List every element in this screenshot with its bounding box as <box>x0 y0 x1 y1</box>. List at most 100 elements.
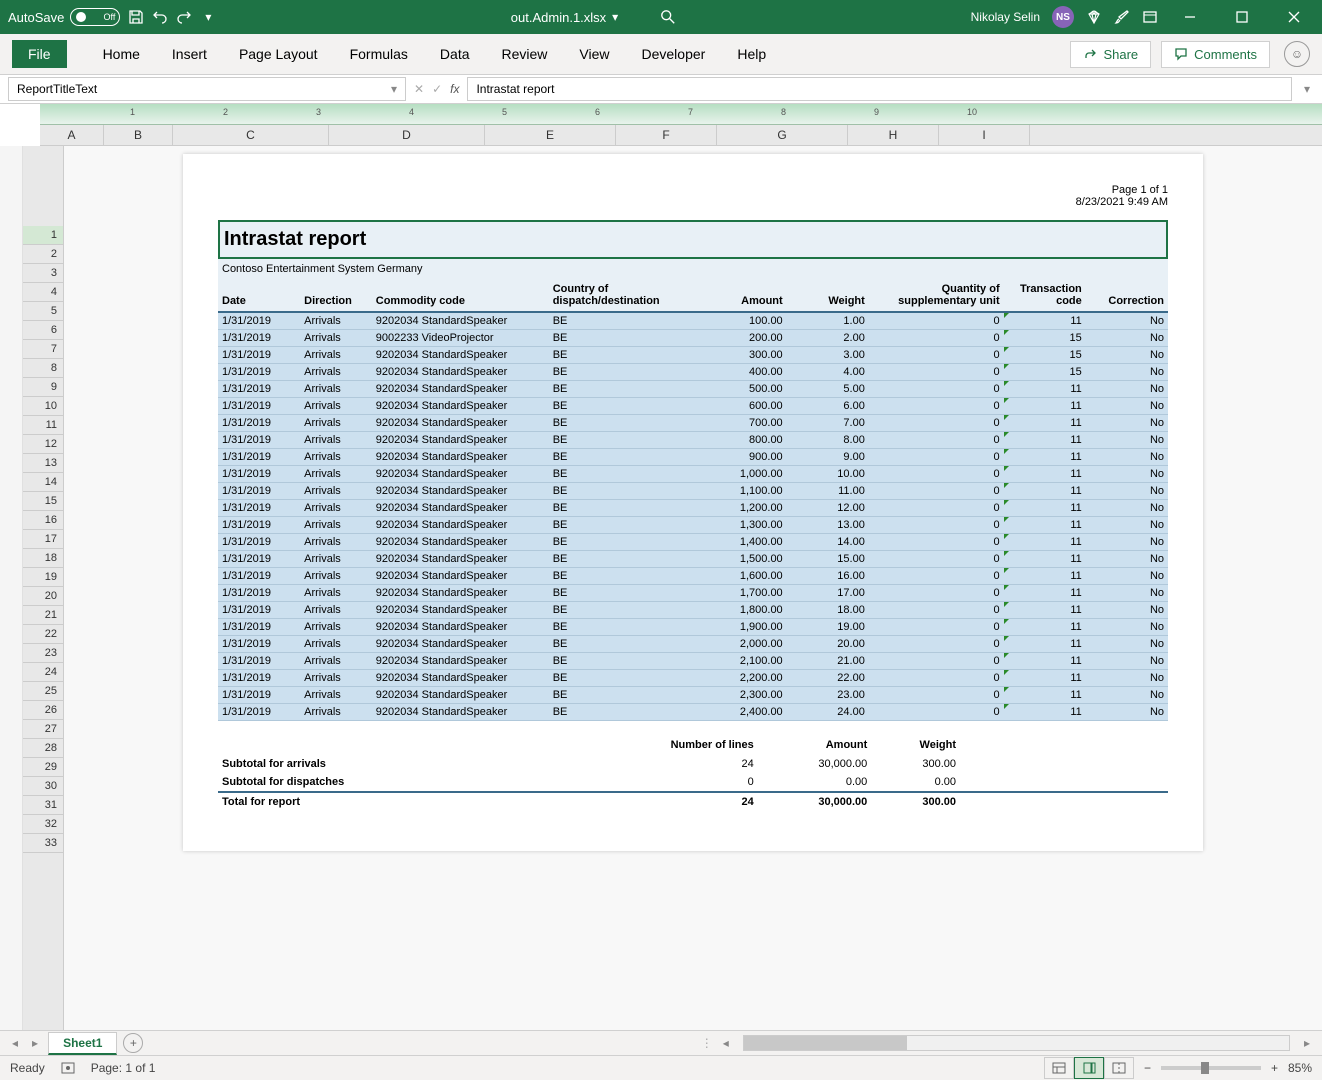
sheet-tab-active[interactable]: Sheet1 <box>48 1032 117 1055</box>
zoom-in-button[interactable]: + <box>1271 1061 1278 1075</box>
row-header[interactable]: 12 <box>23 435 63 454</box>
row-header[interactable]: 33 <box>23 834 63 853</box>
table-row[interactable]: 1/31/2019Arrivals9202034 StandardSpeaker… <box>218 585 1168 602</box>
brush-icon[interactable] <box>1114 9 1130 25</box>
comments-button[interactable]: Comments <box>1161 41 1270 68</box>
table-row[interactable]: 1/31/2019Arrivals9202034 StandardSpeaker… <box>218 517 1168 534</box>
undo-icon[interactable] <box>152 9 168 25</box>
col-header-d[interactable]: D <box>329 125 485 145</box>
col-header-a[interactable]: A <box>40 125 104 145</box>
share-button[interactable]: Share <box>1070 41 1151 68</box>
table-row[interactable]: 1/31/2019Arrivals9202034 StandardSpeaker… <box>218 312 1168 330</box>
row-header[interactable]: 31 <box>23 796 63 815</box>
row-header[interactable]: 4 <box>23 283 63 302</box>
feedback-icon[interactable]: ☺ <box>1284 41 1310 67</box>
name-box-dropdown-icon[interactable]: ▾ <box>391 82 397 96</box>
redo-icon[interactable] <box>176 9 192 25</box>
enter-formula-icon[interactable]: ✓ <box>432 82 442 96</box>
name-box[interactable]: ReportTitleText ▾ <box>8 77 406 101</box>
row-header[interactable]: 20 <box>23 587 63 606</box>
close-button[interactable] <box>1274 0 1314 34</box>
table-row[interactable]: 1/31/2019Arrivals9202034 StandardSpeaker… <box>218 551 1168 568</box>
tab-home[interactable]: Home <box>99 42 144 66</box>
row-header[interactable]: 19 <box>23 568 63 587</box>
row-header[interactable]: 6 <box>23 321 63 340</box>
row-header[interactable]: 23 <box>23 644 63 663</box>
table-row[interactable]: 1/31/2019Arrivals9202034 StandardSpeaker… <box>218 653 1168 670</box>
row-header[interactable]: 22 <box>23 625 63 644</box>
zoom-level[interactable]: 85% <box>1288 1061 1312 1075</box>
tab-developer[interactable]: Developer <box>638 42 710 66</box>
formula-expand-icon[interactable]: ▾ <box>1300 82 1314 96</box>
table-row[interactable]: 1/31/2019Arrivals9202034 StandardSpeaker… <box>218 466 1168 483</box>
row-header[interactable]: 16 <box>23 511 63 530</box>
row-header[interactable]: 9 <box>23 378 63 397</box>
col-header-e[interactable]: E <box>485 125 616 145</box>
table-row[interactable]: 1/31/2019Arrivals9002233 VideoProjectorB… <box>218 330 1168 347</box>
zoom-out-button[interactable]: − <box>1144 1061 1151 1075</box>
view-page-break-button[interactable] <box>1104 1057 1134 1079</box>
row-header[interactable]: 5 <box>23 302 63 321</box>
table-row[interactable]: 1/31/2019Arrivals9202034 StandardSpeaker… <box>218 432 1168 449</box>
row-header[interactable]: 11 <box>23 416 63 435</box>
hscroll-right-icon[interactable]: ▸ <box>1300 1036 1314 1050</box>
row-header[interactable]: 13 <box>23 454 63 473</box>
sheet-nav-prev-icon[interactable]: ◂ <box>8 1036 22 1050</box>
row-header[interactable]: 21 <box>23 606 63 625</box>
qat-dropdown-icon[interactable]: ▾ <box>200 9 216 25</box>
zoom-slider[interactable] <box>1161 1066 1261 1070</box>
view-page-layout-button[interactable] <box>1074 1057 1104 1079</box>
horizontal-scrollbar[interactable] <box>743 1035 1290 1051</box>
tab-file[interactable]: File <box>12 40 67 68</box>
row-header[interactable]: 17 <box>23 530 63 549</box>
row-header[interactable]: 24 <box>23 663 63 682</box>
formula-input[interactable]: Intrastat report <box>467 77 1292 101</box>
table-row[interactable]: 1/31/2019Arrivals9202034 StandardSpeaker… <box>218 636 1168 653</box>
row-header[interactable]: 29 <box>23 758 63 777</box>
table-row[interactable]: 1/31/2019Arrivals9202034 StandardSpeaker… <box>218 670 1168 687</box>
col-header-h[interactable]: H <box>848 125 939 145</box>
row-header[interactable]: 32 <box>23 815 63 834</box>
row-header[interactable]: 25 <box>23 682 63 701</box>
table-row[interactable]: 1/31/2019Arrivals9202034 StandardSpeaker… <box>218 619 1168 636</box>
macro-record-icon[interactable] <box>61 1061 75 1075</box>
report-title[interactable]: Intrastat report <box>218 220 1168 259</box>
col-header-f[interactable]: F <box>616 125 717 145</box>
tab-insert[interactable]: Insert <box>168 42 211 66</box>
table-row[interactable]: 1/31/2019Arrivals9202034 StandardSpeaker… <box>218 483 1168 500</box>
row-header[interactable]: 27 <box>23 720 63 739</box>
row-header[interactable]: 3 <box>23 264 63 283</box>
view-normal-button[interactable] <box>1044 1057 1074 1079</box>
search-icon[interactable] <box>660 9 676 25</box>
tab-page-layout[interactable]: Page Layout <box>235 42 322 66</box>
diamond-icon[interactable] <box>1086 9 1102 25</box>
minimize-button[interactable] <box>1170 0 1210 34</box>
row-header[interactable]: 1 <box>23 226 63 245</box>
table-row[interactable]: 1/31/2019Arrivals9202034 StandardSpeaker… <box>218 381 1168 398</box>
col-header-b[interactable]: B <box>104 125 173 145</box>
row-header[interactable]: 18 <box>23 549 63 568</box>
table-row[interactable]: 1/31/2019Arrivals9202034 StandardSpeaker… <box>218 500 1168 517</box>
ribbon-mode-icon[interactable] <box>1142 9 1158 25</box>
cancel-formula-icon[interactable]: ✕ <box>414 82 424 96</box>
maximize-button[interactable] <box>1222 0 1262 34</box>
tab-view[interactable]: View <box>575 42 613 66</box>
save-icon[interactable] <box>128 9 144 25</box>
tab-split-handle[interactable]: ⋮ <box>701 1036 713 1050</box>
sheet-nav-next-icon[interactable]: ▸ <box>28 1036 42 1050</box>
fx-icon[interactable]: fx <box>450 82 459 96</box>
row-header[interactable]: 7 <box>23 340 63 359</box>
row-header[interactable]: 14 <box>23 473 63 492</box>
row-header[interactable]: 30 <box>23 777 63 796</box>
col-header-g[interactable]: G <box>717 125 848 145</box>
table-row[interactable]: 1/31/2019Arrivals9202034 StandardSpeaker… <box>218 687 1168 704</box>
tab-help[interactable]: Help <box>733 42 770 66</box>
row-header[interactable]: 2 <box>23 245 63 264</box>
row-header[interactable]: 15 <box>23 492 63 511</box>
autosave-toggle[interactable]: AutoSave Off <box>8 8 120 26</box>
table-row[interactable]: 1/31/2019Arrivals9202034 StandardSpeaker… <box>218 602 1168 619</box>
hscroll-left-icon[interactable]: ◂ <box>719 1036 733 1050</box>
col-header-c[interactable]: C <box>173 125 329 145</box>
row-header[interactable]: 10 <box>23 397 63 416</box>
user-avatar[interactable]: NS <box>1052 6 1074 28</box>
